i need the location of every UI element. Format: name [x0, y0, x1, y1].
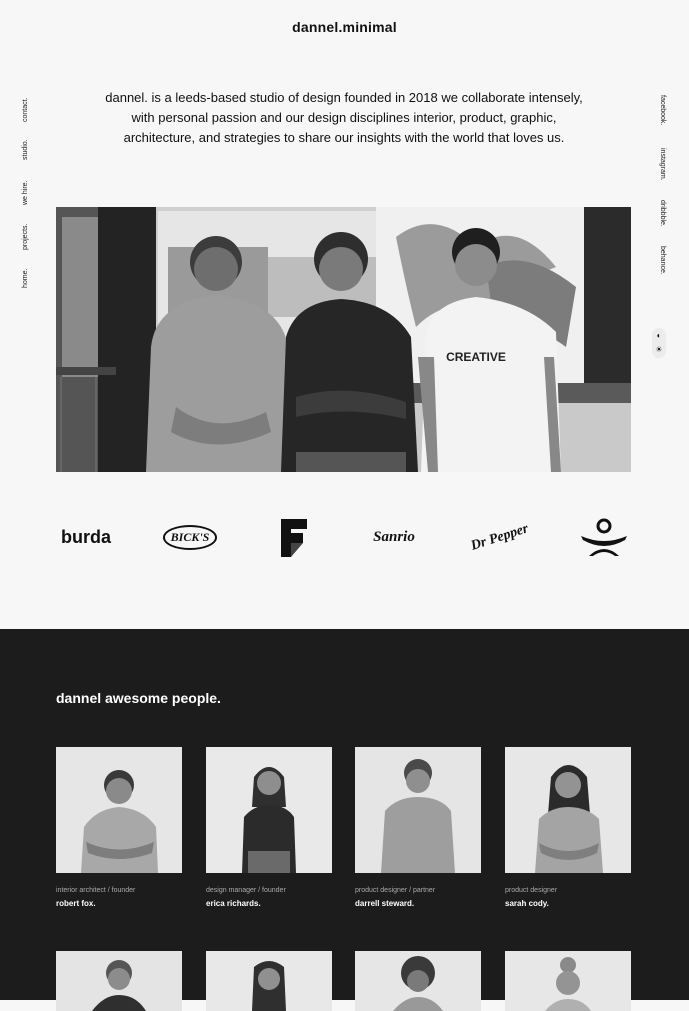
member-name: erica richards. [206, 899, 261, 908]
nav-home[interactable]: home. [22, 269, 29, 288]
team-photo-row2[interactable] [56, 951, 182, 1011]
member-role: product designer / partner [355, 887, 436, 894]
team-photo-row2[interactable] [355, 951, 481, 1011]
team-section: dannel awesome people. interior architec… [0, 629, 689, 1011]
client-logo-dr-pepper[interactable]: Dr Pepper [469, 515, 530, 560]
team-photo-row2[interactable] [505, 951, 631, 1011]
team-photo-row2[interactable] [206, 951, 332, 1011]
portrait-image [505, 951, 631, 1011]
client-logo-burda[interactable]: burda [56, 515, 116, 560]
portrait-image [505, 747, 631, 873]
nav-contact[interactable]: contact. [22, 97, 29, 122]
team-card[interactable]: interior architect / founder robert fox. [56, 747, 182, 908]
portrait-image [355, 951, 481, 1011]
team-title: dannel awesome people. [56, 690, 221, 706]
portrait-image [355, 747, 481, 873]
portrait-image [56, 951, 182, 1011]
social-instagram[interactable]: instagram. [659, 148, 666, 181]
left-nav: home. projects. we hire. studio. contact… [22, 90, 36, 290]
f-mark-icon [281, 518, 307, 557]
team-photo [56, 747, 182, 873]
brand-logo[interactable]: dannel.minimal [0, 19, 689, 35]
portrait-image [206, 951, 332, 1011]
figure-mark-icon [580, 518, 627, 556]
member-name: darrell steward. [355, 899, 415, 908]
team-card[interactable]: product designer sarah cody. [505, 747, 631, 908]
client-logos: burda BICK'S Sanrio Dr Pepper [56, 515, 631, 560]
social-dribbble[interactable]: dribbble. [659, 200, 666, 227]
member-role: product designer [505, 887, 558, 894]
member-role: design manager / founder [206, 887, 286, 894]
moon-icon[interactable]: ◐ [652, 331, 666, 341]
team-photo [505, 747, 631, 873]
client-logo-sanrio[interactable]: Sanrio [364, 515, 424, 560]
nav-projects[interactable]: projects. [22, 224, 29, 250]
team-card[interactable]: product designer / partner darrell stewa… [355, 747, 481, 908]
portrait-image [56, 747, 182, 873]
hero-image: CREATIVE [56, 207, 631, 472]
team-hero-photo: CREATIVE [56, 207, 631, 472]
theme-toggle[interactable]: ◐ ☀ [652, 328, 666, 358]
social-nav: facebook. instagram. dribbble. behance. [656, 95, 670, 295]
member-name: robert fox. [56, 899, 96, 908]
client-logo-bicks[interactable]: BICK'S [159, 515, 221, 560]
client-logo-figure-mark[interactable] [576, 515, 631, 560]
portrait-image [206, 747, 332, 873]
member-name: sarah cody. [505, 899, 549, 908]
social-facebook[interactable]: facebook. [659, 95, 666, 125]
team-photo [355, 747, 481, 873]
social-behance[interactable]: behance. [659, 246, 666, 275]
nav-studio[interactable]: studio. [22, 139, 29, 160]
nav-we-hire[interactable]: we hire. [22, 180, 29, 205]
team-photo [206, 747, 332, 873]
team-card[interactable]: design manager / founder erica richards. [206, 747, 332, 908]
member-role: interior architect / founder [56, 887, 136, 894]
hero-section: dannel.minimal home. projects. we hire. … [0, 0, 689, 629]
client-logo-f-mark[interactable] [274, 515, 314, 560]
studio-intro: dannel. is a leeds-based studio of desig… [105, 90, 583, 145]
sun-icon[interactable]: ☀ [652, 345, 666, 355]
hero-shirt-text: CREATIVE [446, 350, 506, 364]
